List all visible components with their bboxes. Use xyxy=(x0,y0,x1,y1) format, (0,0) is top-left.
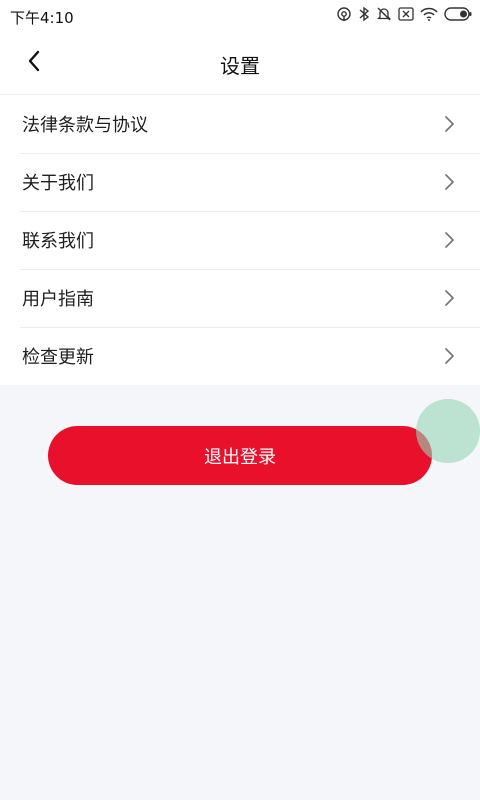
chevron-right-icon xyxy=(442,230,456,250)
floating-assistant-bubble[interactable] xyxy=(416,399,480,463)
chevron-right-icon xyxy=(442,114,456,134)
page-title: 设置 xyxy=(220,54,260,78)
menu-item-about-us[interactable]: 关于我们 xyxy=(0,153,480,211)
chevron-right-icon xyxy=(442,346,456,366)
status-bar: 下午4:10 xyxy=(0,0,480,32)
hotspot-icon xyxy=(336,6,352,22)
menu-item-label: 用户指南 xyxy=(22,289,94,310)
status-time: 下午4:10 xyxy=(10,9,74,27)
logout-button[interactable]: 退出登录 xyxy=(48,426,432,485)
battery-icon xyxy=(444,7,472,21)
menu-item-legal-terms[interactable]: 法律条款与协议 xyxy=(0,95,480,153)
sim-off-icon xyxy=(398,7,414,21)
chevron-right-icon xyxy=(442,288,456,308)
wifi-icon xyxy=(420,7,438,21)
bluetooth-icon xyxy=(358,6,370,22)
settings-menu: 法律条款与协议 关于我们 联系我们 用户指南 检查更新 xyxy=(0,95,480,385)
menu-item-user-guide[interactable]: 用户指南 xyxy=(0,269,480,327)
nav-bar: 设置 xyxy=(0,32,480,95)
menu-item-check-update[interactable]: 检查更新 xyxy=(0,327,480,385)
mute-icon xyxy=(376,6,392,22)
menu-item-label: 联系我们 xyxy=(22,231,94,252)
menu-item-label: 法律条款与协议 xyxy=(22,115,148,136)
status-icons xyxy=(336,6,472,22)
menu-item-label: 检查更新 xyxy=(22,347,94,368)
menu-item-label: 关于我们 xyxy=(22,173,94,194)
chevron-right-icon xyxy=(442,172,456,192)
menu-item-contact-us[interactable]: 联系我们 xyxy=(0,211,480,269)
